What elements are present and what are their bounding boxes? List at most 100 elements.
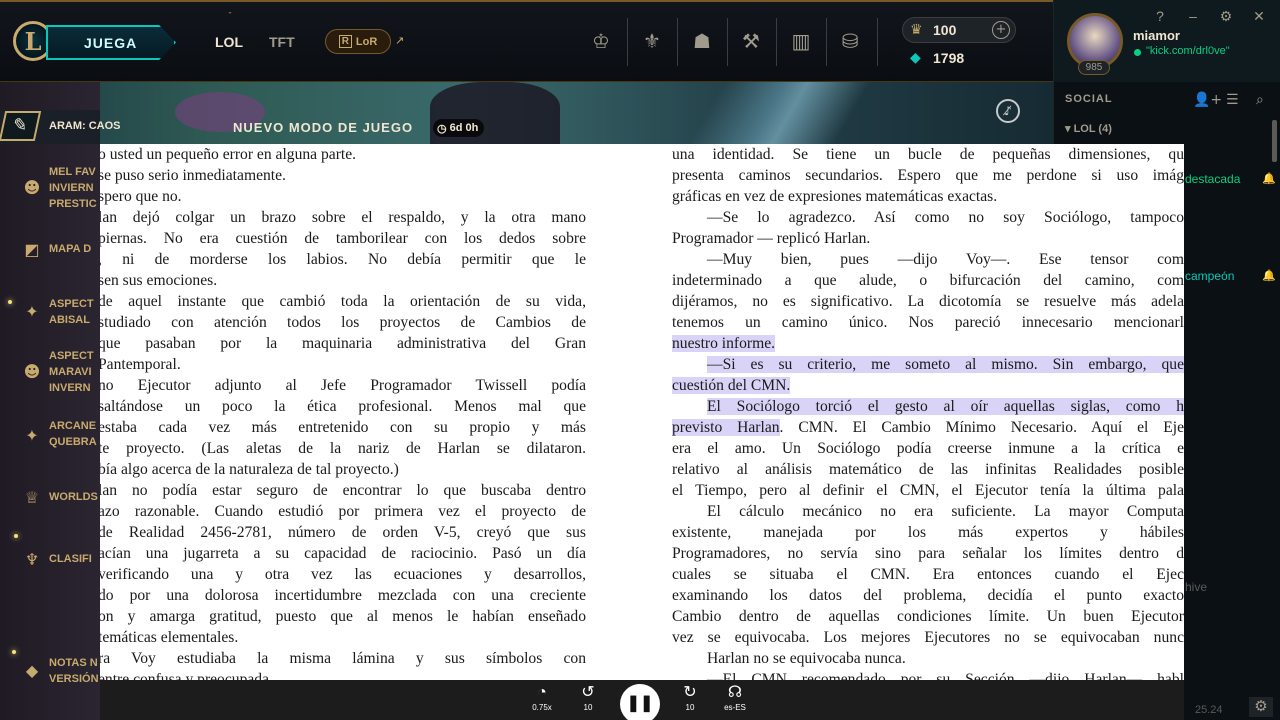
line-text: Pantemporal. [100,356,181,373]
sidebar-item-label: MAPA D [49,243,92,255]
mask-icon: ☻ [23,362,41,381]
book-line: cuestión del CMN. [672,375,1184,396]
collection-icon[interactable]: ▥ [786,26,816,56]
nav-tab-tft[interactable]: TFT [269,34,295,50]
blue-essence-amount: 1798 [933,50,965,66]
book-line: lan no podía estar seguro de encontrar l… [100,480,586,501]
friend-group-lol[interactable]: ▾ LOL (4) [1065,122,1112,135]
sidebar-item-label: CLASIFI [49,553,92,565]
line-text: , ni de morderse los labios. No debía pe… [100,251,586,268]
line-text: El cálculo mecánico no era suficiente. L… [707,503,1184,520]
book-line: —El CMN recomendado por su Sección —dijo… [672,669,1184,680]
worlds-icon: ♕ [24,488,40,507]
pause-button[interactable]: ❚❚ [620,684,660,720]
settings-button[interactable]: ⚙ [1216,6,1236,26]
forward-icon: ↻ [683,684,697,701]
rewind-label: 10 [583,703,593,712]
line-text: gráficas en vez de expresiones matemátic… [672,188,998,205]
voice-label: es-ES [724,703,746,712]
notification-bell-icon[interactable]: 🔔 [1262,269,1276,282]
line-text: verificando una y otra vez las ecuacione… [100,566,586,583]
line-text: no Ejecutor adjunto al Jefe Programador … [100,377,586,394]
play-button[interactable]: JUEGA [46,25,176,60]
new-game-mode-label: NUEVO MODO DE JUEGO [233,120,414,135]
search-icon[interactable]: ⌕ [1256,92,1264,108]
book-line: bía algo acerca de la naturaleza de tal … [100,459,586,480]
book-line: lan dejó colgar un brazo sobre el respal… [100,207,586,228]
line-text: el Tiempo, pero al definir el CMN, el Ej… [672,482,1184,499]
gear-icon[interactable]: ⚙ [1249,697,1273,717]
line-text: existente, manejada por los más expertos… [672,524,1184,541]
speed-control[interactable]: ◔ 0.75x [527,683,557,712]
speed-label: 0.75x [532,703,552,712]
book-line: verificando una y otra vez las ecuacione… [100,564,586,585]
book-line: dijéramos, no es significativo. La dicot… [672,291,1184,312]
forward-label: 10 [685,703,695,712]
line-rest: . CMN. El Cambio Mínimo Necesario. Aquí … [779,419,1184,436]
book-line: indeterminado a que alude, o bifurcación… [672,270,1184,291]
line-text: piernas. No era cuestión de tamborilear … [100,230,586,247]
chevron-down-icon: ▾ [1065,123,1074,135]
line-text: vez se equivocaba. Los mejores Ejecutore… [672,629,1184,646]
lor-label: LoR [355,35,378,48]
clock-icon: ◷ [437,122,447,135]
friend-status-fragment: destacada [1185,172,1241,186]
minimize-button[interactable]: – [1183,6,1203,26]
nav-divider [776,18,777,66]
forward-button[interactable]: ↻ 10 [676,683,704,712]
tft-crest-icon[interactable]: ♔ [586,26,616,56]
book-line: Harlan no se equivocaba nunca. [672,648,1184,669]
store-icon[interactable]: ⛁ [835,26,865,56]
lor-button[interactable]: R LoR [325,29,391,54]
aram-icon[interactable]: ✎ [0,111,42,141]
sparkle-icon: ✦ [25,426,39,445]
status-message[interactable]: "kick.com/drl0ve" [1146,45,1230,57]
friend-group-label: LOL (4) [1073,123,1112,135]
book-line: studiado con atención todos los proyecto… [100,312,586,333]
notification-bell-icon[interactable]: 🔔 [1262,172,1276,185]
friend-status-fragment: hive [1185,580,1208,594]
app-window: L JUEGA LOL TFT R LoR ↗ ♔ ⚜ ☗ ⚒ ▥ ⛁ ♛ 10… [0,0,1280,720]
challenges-icon[interactable]: ⚜ [637,26,667,56]
voice-language-control[interactable]: ☊ es-ES [719,683,751,712]
line-text: o usted un pequeño error en alguna parte… [100,146,357,163]
line-text: te proyecto. (Las aletas de la nariz de … [100,440,586,457]
book-line: te proyecto. (Las aletas de la nariz de … [100,438,586,459]
username[interactable]: miamor [1133,28,1180,43]
book-line: —Si es su criterio, me someto al mismo. … [672,354,1184,375]
book-line: —Muy bien, pues —dijo Voy—. Ese tensor c… [672,249,1184,270]
book-line: piernas. No era cuestión de tamborilear … [100,228,586,249]
book-line: que pasaban por la maquinaria administra… [100,333,586,354]
line-text: estaba cada vez más entretenido con su p… [100,419,586,436]
line-text: azo razonable. Cuando estudió por primer… [100,503,586,520]
social-title: SOCIAL [1065,93,1113,105]
book-line: estaba cada vez más entretenido con su p… [100,417,586,438]
book-line: ra Voy estudiaba la misma lámina y sus s… [100,648,586,669]
book-line: era el amo. Un Sociólogo podía creerse i… [672,438,1184,459]
nav-tab-lol[interactable]: LOL [215,34,243,50]
buy-rp-button[interactable]: + [992,21,1010,39]
line-text: tenemos un camino único. Nos pareció inn… [672,314,1184,331]
book-line: Cambio dentro de aquellas condiciones lí… [672,606,1184,627]
rewind-button[interactable]: ↺ 10 [574,683,602,712]
line-text: de aquel instante que cambió toda la ori… [100,293,586,310]
client-version: 25.24 [1195,704,1223,716]
list-view-icon[interactable]: ☰ [1226,92,1239,108]
line-text: on y amarga gratitud, puesto que al meno… [100,608,586,625]
event-banner[interactable] [0,82,1053,144]
help-button[interactable]: ? [1150,6,1170,26]
book-line: azo razonable. Cuando estudió por primer… [100,501,586,522]
sidebar-item-label: ARAM: CAOS [49,120,121,132]
line-text: entre confusa y preocupada. [100,671,273,680]
add-friend-icon[interactable]: 👤+ [1193,92,1222,108]
ebook-reader[interactable]: o usted un pequeño error en alguna parte… [100,144,1184,680]
sidebar-item-label: WORLDS [49,491,98,503]
close-button[interactable]: ✕ [1249,6,1269,26]
crafting-icon[interactable]: ⚒ [736,26,766,56]
profile-icon[interactable]: ☗ [687,26,717,56]
map-icon: ◩ [24,240,40,259]
book-line: examinando los datos del problema, decid… [672,585,1184,606]
social-scrollbar[interactable] [1272,120,1277,162]
nav-divider [877,18,878,66]
mute-music-icon[interactable]: ♪̸ [996,99,1020,123]
